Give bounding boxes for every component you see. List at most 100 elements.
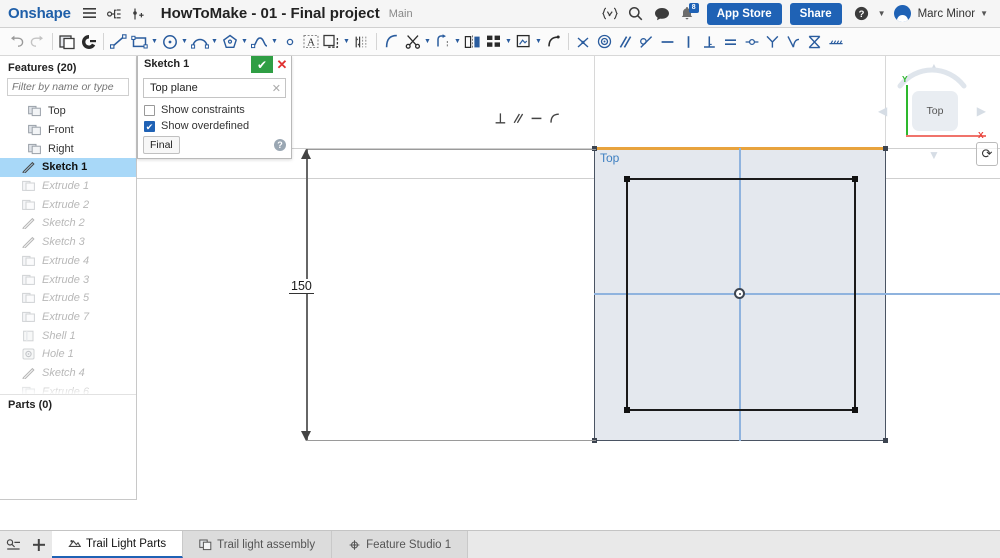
sketch-vertex[interactable] [852,176,858,182]
tab-feature-studio-1[interactable]: Feature Studio 1 [332,531,469,558]
transform-icon[interactable] [513,31,534,52]
feature-tree-item-front[interactable]: Front [0,121,136,140]
tab-filter-icon[interactable] [0,531,26,558]
parallel-icon[interactable] [615,31,636,52]
features-filter-input[interactable] [7,78,129,96]
circle-icon[interactable] [159,31,180,52]
redo-icon[interactable] [27,31,48,52]
hamburger-menu-icon[interactable] [79,3,101,25]
transform-chevron-down-icon[interactable]: ▼ [534,38,543,45]
search-icon[interactable] [625,3,647,25]
circle-chevron-down-icon[interactable]: ▼ [180,38,189,45]
feature-tree-item-top[interactable]: Top [0,102,136,121]
final-button[interactable]: Final [143,136,180,154]
point-icon[interactable] [279,31,300,52]
fix-icon[interactable] [804,31,825,52]
extend-icon[interactable] [432,31,453,52]
construction-icon[interactable] [825,31,846,52]
sketch-confirm-button[interactable]: ✔ [251,56,273,73]
sketch-vertex[interactable] [852,407,858,413]
clear-icon[interactable]: ✕ [272,82,281,95]
plane-corner-node[interactable] [883,438,888,443]
symmetric-icon[interactable] [762,31,783,52]
share-button[interactable]: Share [789,2,842,25]
feature-tree-item-sketch-3[interactable]: Sketch 3 [0,233,136,252]
view-orientation-cube[interactable]: ▲ ◀ ▶ ▼ Top Y X [878,60,986,164]
polygon-icon[interactable] [219,31,240,52]
avatar[interactable] [893,5,911,22]
user-chevron-down-icon[interactable]: ▼ [980,9,988,18]
sketch-origin-point[interactable] [734,288,745,299]
feature-tree-item-right[interactable]: Right [0,139,136,158]
perpendicular-icon[interactable] [492,110,508,126]
help-icon[interactable]: ? [274,139,286,151]
spline-chevron-down-icon[interactable]: ▼ [270,38,279,45]
sketch-solve-icon[interactable] [78,31,99,52]
parallel-icon[interactable] [510,110,526,126]
feature-tree-item-extrude-7[interactable]: Extrude 7 [0,308,136,327]
pattern-icon[interactable] [483,31,504,52]
midpoint-icon[interactable] [741,31,762,52]
extend-chevron-down-icon[interactable]: ▼ [453,38,462,45]
undo-icon[interactable] [6,31,27,52]
offset-icon[interactable] [321,31,342,52]
offset-chevron-down-icon[interactable]: ▼ [342,38,351,45]
show-overdefined-checkbox[interactable]: ✔ Show overdefined [144,120,286,132]
dimension-line[interactable] [306,149,308,440]
viewcube-face-label[interactable]: Top [912,91,958,131]
help-icon[interactable]: ? [851,3,873,25]
feature-tree-item-hole-1[interactable]: Hole 1 [0,345,136,364]
sketch-plane-icon[interactable] [57,31,78,52]
tangent-icon[interactable] [546,110,562,126]
feature-tree-item-extrude-5[interactable]: Extrude 5 [0,289,136,308]
polygon-chevron-down-icon[interactable]: ▼ [240,38,249,45]
arc-icon[interactable] [189,31,210,52]
dimension-icon[interactable] [351,31,372,52]
rectangle-icon[interactable] [129,31,150,52]
feature-tree-item-extrude-2[interactable]: Extrude 2 [0,195,136,214]
app-store-button[interactable]: App Store [706,2,782,25]
equal-icon[interactable] [720,31,741,52]
curvature-icon[interactable] [783,31,804,52]
vertical-icon[interactable] [678,31,699,52]
feature-tree-item-extrude-4[interactable]: Extrude 4 [0,252,136,271]
sketch-vertex[interactable] [624,176,630,182]
fillet-icon[interactable] [381,31,402,52]
spline-icon[interactable] [249,31,270,52]
show-constraints-checkbox[interactable]: Show constraints [144,104,286,116]
feature-tree-item-sketch-1[interactable]: Sketch 1 [0,158,136,177]
trim-chevron-down-icon[interactable]: ▼ [423,38,432,45]
feature-tree-item-sketch-2[interactable]: Sketch 2 [0,214,136,233]
tangent-icon[interactable] [636,31,657,52]
rectangle-chevron-down-icon[interactable]: ▼ [150,38,159,45]
onshape-logo[interactable]: Onshape [8,5,71,22]
feature-tree-item-sketch-4[interactable]: Sketch 4 [0,364,136,383]
sketch-plane-field[interactable]: Top plane ✕ [143,78,286,98]
notification-bell-icon[interactable]: 8 [675,2,699,25]
add-tab-button[interactable] [26,531,52,558]
comment-icon[interactable] [651,3,673,25]
horizontal-icon[interactable] [528,110,544,126]
concentric-icon[interactable] [594,31,615,52]
tab-trail-light-parts[interactable]: Trail Light Parts [52,531,184,558]
user-name-label[interactable]: Marc Minor [918,8,976,20]
help-chevron-down-icon[interactable]: ▼ [878,9,886,18]
tab-trail-light-assembly[interactable]: Trail light assembly [183,531,333,558]
feature-tree-item-extrude-3[interactable]: Extrude 3 [0,270,136,289]
text-icon[interactable]: A [300,31,321,52]
dimension-value-label[interactable]: 150 [289,279,314,294]
arc-chevron-down-icon[interactable]: ▼ [210,38,219,45]
sketch-cancel-button[interactable]: ✕ [273,56,291,73]
sketch-vertex[interactable] [624,407,630,413]
use-icon[interactable] [543,31,564,52]
pattern-chevron-down-icon[interactable]: ▼ [504,38,513,45]
version-graph-icon[interactable] [103,3,125,25]
trim-icon[interactable] [402,31,423,52]
feature-tree-item-extrude-1[interactable]: Extrude 1 [0,177,136,196]
mirror-icon[interactable] [462,31,483,52]
horizontal-icon[interactable] [657,31,678,52]
perpendicular-icon[interactable] [699,31,720,52]
feature-tree-item-shell-1[interactable]: Shell 1 [0,326,136,345]
add-version-icon[interactable] [127,3,149,25]
line-icon[interactable] [108,31,129,52]
